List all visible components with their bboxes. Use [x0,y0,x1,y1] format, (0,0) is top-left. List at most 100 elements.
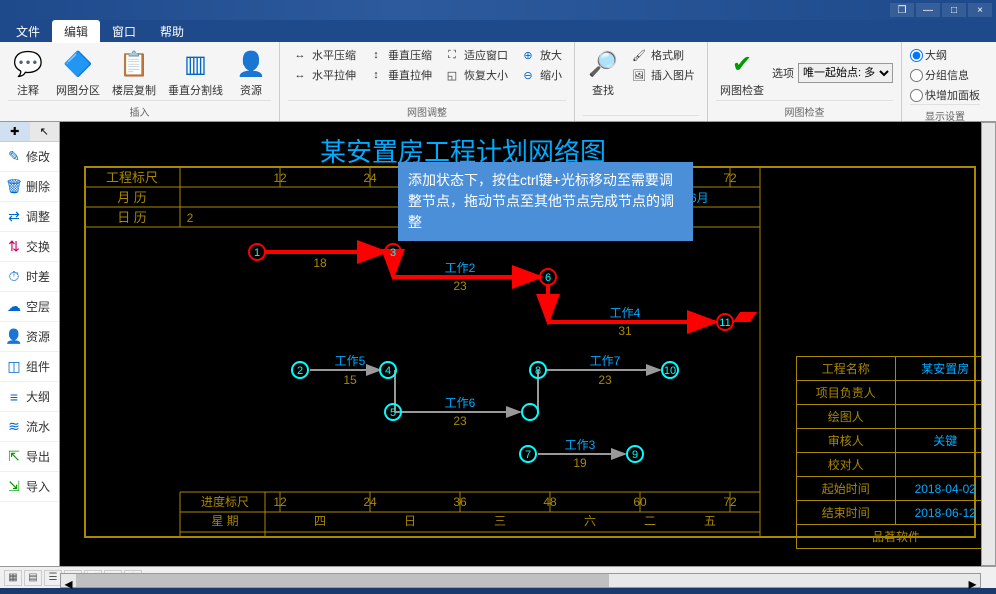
svg-text:23: 23 [453,414,467,428]
svg-text:工作7: 工作7 [590,354,621,368]
svg-text:六: 六 [584,514,596,528]
svg-text:工作2: 工作2 [445,261,476,275]
radio-quickpanel[interactable]: 快增加面板 [910,86,980,104]
ribbon-group-adjust: ↔水平压缩 ↔水平拉伸 ↕垂直压缩 ↕垂直拉伸 ⛶适应窗口 ◱恢复大小 ⊕放大 … [280,42,575,121]
group-label: 插入 [8,100,271,119]
group-label: 网图检查 [716,100,893,119]
ribbon-group-check: ✔网图检查 选项 唯一起始点: 多 网图检查 [708,42,902,121]
maximize-icon[interactable]: □ [942,3,966,17]
svg-text:五: 五 [704,514,716,528]
vsplit-button[interactable]: ▥垂直分割线 [164,46,227,100]
menu-window[interactable]: 窗口 [100,20,148,43]
hint-tooltip: 添加状态下，按住ctrl键+光标移动至需要调整节点，拖动节点至其他节点完成节点的… [398,162,693,241]
svg-text:月 历: 月 历 [117,190,147,205]
svg-text:二: 二 [644,514,656,528]
svg-text:工作6: 工作6 [445,396,476,410]
vertical-scrollbar[interactable] [981,122,996,566]
zoomin-button[interactable]: ⊕放大 [516,46,566,64]
network-diagram-canvas[interactable]: 某安置房工程计划网络图 添加状态下，按住ctrl键+光标移动至需要调整节点，拖动… [60,122,996,566]
svg-text:9: 9 [632,449,638,461]
svg-text:8: 8 [535,365,541,377]
svg-text:2: 2 [297,365,303,377]
component-button[interactable]: ◫组件 [0,352,59,382]
svg-text:10: 10 [664,365,676,377]
svg-text:19: 19 [573,456,587,470]
menu-file[interactable]: 文件 [4,20,52,43]
view-icon-1[interactable]: ▦ [4,570,22,586]
window-controls: ❐ — □ × [890,3,992,17]
flow-button[interactable]: ≋流水 [0,412,59,442]
title-bar: ❐ — □ × [0,0,996,20]
svg-text:四: 四 [314,514,326,528]
view-icon-2[interactable]: ▤ [24,570,42,586]
import-button[interactable]: ⇲导入 [0,472,59,502]
netcheck-button[interactable]: ✔网图检查 [716,46,768,100]
menu-help[interactable]: 帮助 [148,20,196,43]
ribbon: 💬注释 🔷网图分区 📋楼层复制 ▥垂直分割线 👤资源 插入 ↔水平压缩 ↔水平拉… [0,42,996,122]
add-mode-icon[interactable]: ✚ [0,122,30,141]
svg-text:6: 6 [545,272,551,284]
format-brush-button[interactable]: 🖌格式刷 [627,46,699,64]
left-mode-tabs: ✚ ↖ [0,122,59,142]
svg-text:三: 三 [494,514,506,528]
svg-text:15: 15 [343,373,357,387]
radio-outline[interactable]: 大纲 [910,46,980,64]
group-label: 显示设置 [910,104,980,123]
svg-text:4: 4 [385,365,391,377]
left-toolbar: ✚ ↖ ✎修改 🗑删除 ⇄调整 ⇅交换 ⏱时差 ☁空层 👤资源 ◫组件 ≡大纲 … [0,122,60,566]
vstretch-button[interactable]: ↕垂直拉伸 [364,66,436,84]
minimize-icon[interactable]: — [916,3,940,17]
group-label [583,115,699,119]
zoomout-button[interactable]: ⊖缩小 [516,66,566,84]
svg-text:进度标尺: 进度标尺 [201,494,249,509]
ribbon-group-find: 🔎查找 🖌格式刷 🖼插入图片 [575,42,708,121]
radio-groupinfo[interactable]: 分组信息 [910,66,980,84]
cloud-button[interactable]: ☁空层 [0,292,59,322]
close-icon[interactable]: × [968,3,992,17]
svg-text:7: 7 [525,449,531,461]
horizontal-scrollbar[interactable]: ◂ ▸ [60,573,981,588]
find-button[interactable]: 🔎查找 [583,46,623,100]
svg-text:日: 日 [404,514,416,528]
restore-window-icon[interactable]: ❐ [890,3,914,17]
ribbon-group-insert: 💬注释 🔷网图分区 📋楼层复制 ▥垂直分割线 👤资源 插入 [0,42,280,121]
svg-text:工程标尺: 工程标尺 [106,170,158,185]
fit-window-button[interactable]: ⛶适应窗口 [440,46,512,64]
svg-text:星 期: 星 期 [211,514,238,528]
menu-bar: 文件 编辑 窗口 帮助 [0,20,996,42]
hcompress-button[interactable]: ↔水平压缩 [288,46,360,64]
timediff-button[interactable]: ⏱时差 [0,262,59,292]
restore-size-button[interactable]: ◱恢复大小 [440,66,512,84]
project-info-table: 工程名称某安置房 项目负责人 绘图人 审核人关键 校对人 起始时间2018-04… [796,356,996,549]
option-select[interactable]: 唯一起始点: 多 [798,63,893,83]
svg-text:31: 31 [618,324,632,338]
annotation-button[interactable]: 💬注释 [8,46,48,100]
resource-button[interactable]: 👤资源 [231,46,271,100]
group-label: 网图调整 [288,100,566,119]
svg-text:5: 5 [390,407,396,419]
modify-button[interactable]: ✎修改 [0,142,59,172]
option-label: 选项 [772,65,794,81]
select-mode-icon[interactable]: ↖ [30,122,60,141]
export-button[interactable]: ⇱导出 [0,442,59,472]
svg-text:2: 2 [187,211,194,225]
svg-text:工作4: 工作4 [610,306,641,320]
svg-text:18: 18 [313,256,327,270]
svg-text:23: 23 [598,373,612,387]
adjust-button[interactable]: ⇄调整 [0,202,59,232]
svg-text:1: 1 [254,247,260,259]
option-select-wrap: 选项 唯一起始点: 多 [772,63,893,83]
resource-button-left[interactable]: 👤资源 [0,322,59,352]
floorcopy-button[interactable]: 📋楼层复制 [108,46,160,100]
insert-image-button[interactable]: 🖼插入图片 [627,66,699,84]
hstretch-button[interactable]: ↔水平拉伸 [288,66,360,84]
partition-button[interactable]: 🔷网图分区 [52,46,104,100]
swap-button[interactable]: ⇅交换 [0,232,59,262]
svg-text:日 历: 日 历 [117,210,147,225]
vcompress-button[interactable]: ↕垂直压缩 [364,46,436,64]
delete-button[interactable]: 🗑删除 [0,172,59,202]
outline-button[interactable]: ≡大纲 [0,382,59,412]
ribbon-group-display: 大纲 分组信息 快增加面板 显示设置 [902,42,988,121]
svg-text:工作3: 工作3 [565,438,596,452]
menu-edit[interactable]: 编辑 [52,20,100,43]
